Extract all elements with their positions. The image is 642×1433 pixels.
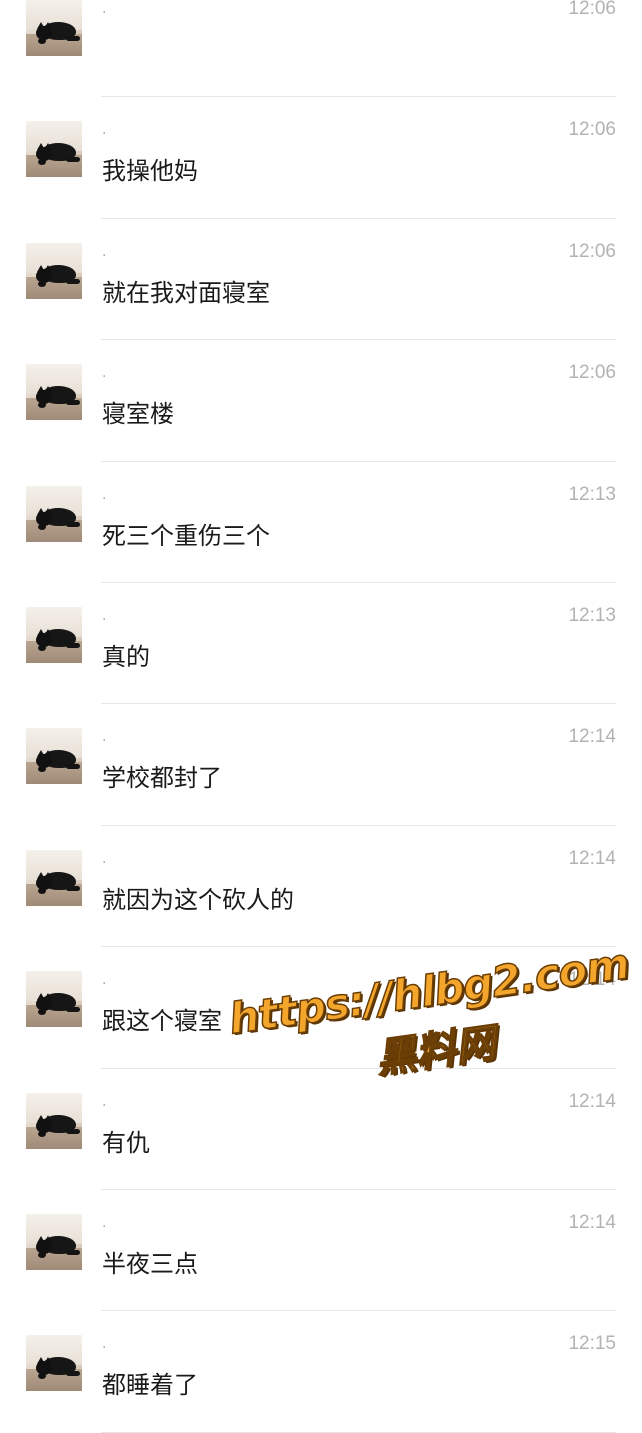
message-timestamp: 12:15 bbox=[568, 1333, 616, 1355]
chat-message-row[interactable]: . 12:06 我操他妈 bbox=[0, 97, 642, 219]
message-timestamp: 12:13 bbox=[568, 483, 616, 505]
avatar[interactable] bbox=[26, 606, 82, 663]
sender-name: . bbox=[102, 1, 107, 17]
message-timestamp: 12:14 bbox=[568, 969, 616, 991]
avatar[interactable] bbox=[26, 364, 82, 421]
avatar[interactable] bbox=[26, 971, 82, 1028]
avatar[interactable] bbox=[26, 849, 82, 906]
message-text[interactable]: 就因为这个砍人的 bbox=[102, 884, 294, 916]
sender-name: . bbox=[102, 607, 107, 624]
message-timestamp: 12:06 bbox=[568, 0, 616, 19]
sender-name: . bbox=[102, 972, 107, 989]
message-timestamp: 12:14 bbox=[568, 847, 616, 869]
sender-name: . bbox=[102, 1214, 107, 1231]
message-text[interactable]: 死三个重伤三个 bbox=[102, 520, 270, 552]
sender-name: . bbox=[102, 850, 107, 867]
message-text[interactable]: 我操他妈 bbox=[102, 155, 198, 187]
sender-name: . bbox=[102, 486, 107, 503]
chat-message-row[interactable]: . 12:13 死三个重伤三个 bbox=[0, 462, 642, 583]
chat-message-row[interactable]: . 12:14 半夜三点 bbox=[0, 1190, 642, 1312]
chat-message-row[interactable]: . 12:14 就因为这个砍人的 bbox=[0, 826, 642, 948]
chat-message-list[interactable]: . 12:06. 12:06 我操他妈. 12:06 就在我对面寝室. 12:06 寝室楼. 1… bbox=[0, 0, 642, 1433]
chat-message-row[interactable]: . 12:15 都睡着了 bbox=[0, 1311, 642, 1433]
chat-message-row[interactable]: . 12:06 寝室楼 bbox=[0, 340, 642, 462]
sender-name: . bbox=[102, 1336, 107, 1353]
chat-message-row[interactable]: . 12:06 bbox=[0, 0, 642, 98]
message-timestamp: 12:06 bbox=[568, 119, 616, 141]
avatar[interactable] bbox=[26, 728, 82, 785]
avatar[interactable] bbox=[26, 242, 82, 299]
sender-name: . bbox=[102, 729, 107, 746]
message-text[interactable]: 都睡着了 bbox=[102, 1369, 198, 1401]
sender-name: . bbox=[102, 122, 107, 139]
avatar[interactable] bbox=[26, 1092, 82, 1149]
sender-name: . bbox=[102, 365, 107, 382]
avatar[interactable] bbox=[26, 0, 82, 56]
chat-message-row[interactable]: . 12:14 学校都封了 bbox=[0, 704, 642, 826]
message-timestamp: 12:13 bbox=[568, 604, 616, 626]
avatar[interactable] bbox=[26, 1213, 82, 1270]
message-timestamp: 12:14 bbox=[568, 1211, 616, 1233]
message-timestamp: 12:14 bbox=[568, 726, 616, 748]
chat-message-row[interactable]: . 12:14 有仇 bbox=[0, 1069, 642, 1190]
chat-message-row[interactable]: . 12:14 跟这个寝室 bbox=[0, 947, 642, 1069]
message-text[interactable]: 半夜三点 bbox=[102, 1248, 198, 1280]
chat-message-row[interactable]: . 12:13 真的 bbox=[0, 583, 642, 705]
message-text[interactable]: 有仇 bbox=[102, 1127, 150, 1159]
message-timestamp: 12:14 bbox=[568, 1090, 616, 1112]
sender-name: . bbox=[102, 1093, 107, 1110]
avatar[interactable] bbox=[26, 485, 82, 542]
sender-name: . bbox=[102, 243, 107, 260]
message-timestamp: 12:06 bbox=[568, 362, 616, 384]
message-text[interactable]: 学校都封了 bbox=[102, 762, 222, 794]
message-text[interactable]: 跟这个寝室 bbox=[102, 1005, 222, 1037]
message-timestamp: 12:06 bbox=[568, 240, 616, 262]
avatar[interactable] bbox=[26, 121, 82, 178]
message-text[interactable]: 真的 bbox=[102, 641, 150, 673]
avatar[interactable] bbox=[26, 1335, 82, 1392]
chat-message-row[interactable]: . 12:06 就在我对面寝室 bbox=[0, 219, 642, 341]
message-text[interactable]: 就在我对面寝室 bbox=[102, 277, 270, 309]
message-text[interactable]: 寝室楼 bbox=[102, 398, 174, 430]
